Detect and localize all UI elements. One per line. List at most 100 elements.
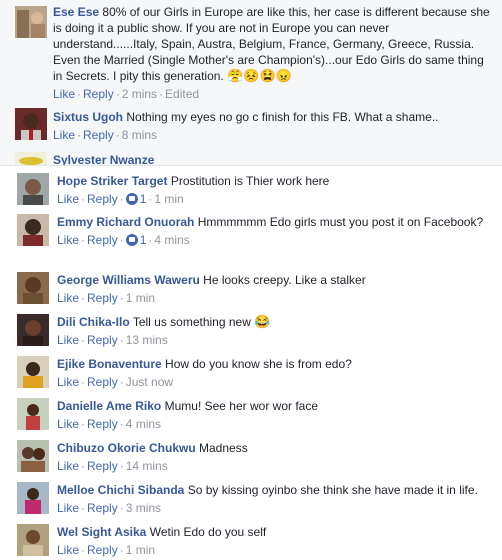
laughing-emoji: 😂 xyxy=(254,314,271,329)
reply-button[interactable]: Reply xyxy=(87,375,118,389)
avatar[interactable] xyxy=(17,356,49,388)
like-button[interactable]: Like xyxy=(57,501,79,515)
comment-time[interactable]: 3 mins xyxy=(126,501,161,515)
reply-button[interactable]: Reply xyxy=(87,291,118,305)
comment-body: Ese Ese 80% of our Girls in Europe are l… xyxy=(53,4,492,102)
comment-time[interactable]: Just now xyxy=(126,375,173,389)
comment-time[interactable]: 2 mins xyxy=(122,87,157,101)
comment-text: He looks creepy. Like a stalker xyxy=(203,273,366,287)
comment-actions: Like · Reply · 13 mins xyxy=(57,332,492,348)
comment-time[interactable]: 1 min xyxy=(126,291,155,305)
comment-author[interactable]: Emmy Richard Onuorah xyxy=(57,215,194,229)
comment-time[interactable]: 13 mins xyxy=(126,333,168,347)
reply-button[interactable]: Reply xyxy=(87,543,118,557)
avatar[interactable] xyxy=(17,173,49,205)
avatar[interactable] xyxy=(17,524,49,556)
comment-author[interactable]: Ese Ese xyxy=(53,5,99,19)
comment-time[interactable]: 4 mins xyxy=(126,417,161,431)
comment-time[interactable]: 8 mins xyxy=(122,128,157,142)
separator: · xyxy=(115,87,120,101)
reply-button[interactable]: Reply xyxy=(83,87,114,101)
comment-author[interactable]: Danielle Ame Riko xyxy=(57,399,161,413)
comment-body: Hope Striker Target Prostitution is Thie… xyxy=(57,173,492,207)
comment-actions: Like · Reply · 1 min xyxy=(57,542,492,558)
reply-button[interactable]: Reply xyxy=(87,333,118,347)
like-button[interactable]: Like xyxy=(53,128,75,142)
comment-author[interactable]: Ejike Bonaventure xyxy=(57,357,162,371)
reply-button[interactable]: Reply xyxy=(87,459,118,473)
avatar[interactable] xyxy=(15,152,47,165)
reply-button[interactable]: Reply xyxy=(87,192,118,206)
like-button[interactable]: Like xyxy=(57,233,79,247)
comment-time[interactable]: 4 mins xyxy=(154,233,189,247)
like-button[interactable]: Like xyxy=(57,543,79,557)
comment-time[interactable]: 14 mins xyxy=(126,459,168,473)
separator: · xyxy=(119,543,124,557)
comment-actions: Like · Reply · Just now xyxy=(57,374,492,390)
comment-text: Mumu! See her wor wor face xyxy=(164,399,319,413)
comment-body: Sylvester Nwanze xyxy=(53,152,492,165)
separator: · xyxy=(119,417,124,431)
separator: · xyxy=(119,291,124,305)
like-button[interactable]: Like xyxy=(57,333,79,347)
comment-author[interactable]: Wel Sight Asika xyxy=(57,525,146,539)
separator: · xyxy=(81,417,86,431)
like-button[interactable]: Like xyxy=(57,417,79,431)
avatar[interactable] xyxy=(17,314,49,346)
reply-button[interactable]: Reply xyxy=(83,128,114,142)
comment-text: Hmmmmmm Edo girls must you post it on Fa… xyxy=(197,215,484,229)
comment-thread-bottom: Hope Striker Target Prostitution is Thie… xyxy=(0,165,502,560)
separator: · xyxy=(77,87,82,101)
comment-text: Prostitution is Thier work here xyxy=(170,174,330,188)
comment-body: Wel Sight Asika Wetin Edo do you self Li… xyxy=(57,524,492,558)
reply-button[interactable]: Reply xyxy=(87,417,118,431)
edited-label[interactable]: Edited xyxy=(165,87,199,101)
comment-author[interactable]: Chibuzo Okorie Chukwu xyxy=(57,441,196,455)
comment-body: Dili Chika-Ilo Tell us something new 😂 L… xyxy=(57,314,492,348)
comment-body: Sixtus Ugoh Nothing my eyes no go c fini… xyxy=(53,109,492,143)
like-button[interactable]: Like xyxy=(53,87,75,101)
like-button[interactable]: Like xyxy=(57,375,79,389)
comment-body: Emmy Richard Onuorah Hmmmmmm Edo girls m… xyxy=(57,214,492,248)
comment-author[interactable]: Dili Chika-Ilo xyxy=(57,315,130,329)
comment-body: Melloe Chichi Sibanda So by kissing oyin… xyxy=(57,482,492,516)
separator: · xyxy=(81,333,86,347)
like-reaction-icon[interactable] xyxy=(125,234,138,246)
avatar[interactable] xyxy=(17,272,49,304)
like-button[interactable]: Like xyxy=(57,459,79,473)
separator: · xyxy=(115,128,120,142)
like-button[interactable]: Like xyxy=(57,192,79,206)
reply-button[interactable]: Reply xyxy=(87,233,118,247)
reply-button[interactable]: Reply xyxy=(87,501,118,515)
comment-time[interactable]: 1 min xyxy=(154,192,183,206)
comment-author[interactable]: Sixtus Ugoh xyxy=(53,110,123,124)
comment-actions: Like · Reply · 1 · 1 min xyxy=(57,191,492,207)
separator: · xyxy=(119,501,124,515)
avatar[interactable] xyxy=(17,440,49,472)
avatar[interactable] xyxy=(15,6,47,38)
comment-text: Tell us something new xyxy=(132,315,251,329)
avatar[interactable] xyxy=(17,214,49,246)
separator: · xyxy=(81,459,86,473)
comment-author[interactable]: Melloe Chichi Sibanda xyxy=(57,483,184,497)
avatar[interactable] xyxy=(17,482,49,514)
like-button[interactable]: Like xyxy=(57,291,79,305)
like-reaction-icon[interactable] xyxy=(125,193,138,205)
comment-body: Chibuzo Okorie Chukwu Madness Like · Reply… xyxy=(57,440,492,474)
avatar[interactable] xyxy=(17,398,49,430)
comment-author[interactable]: George Williams Waweru xyxy=(57,273,200,287)
comment-time[interactable]: 1 min xyxy=(126,543,155,557)
comment-text: Wetin Edo do you self xyxy=(149,525,267,539)
comment-author[interactable]: Hope Striker Target xyxy=(57,174,167,188)
separator: · xyxy=(81,233,86,247)
comment-actions: Like · Reply · 8 mins xyxy=(53,127,492,143)
emoji-reactions-inline: 😤😣😫😠 xyxy=(227,68,292,83)
comment-author[interactable]: Sylvester Nwanze xyxy=(53,153,154,165)
avatar[interactable] xyxy=(15,108,47,140)
comment-text: How do you know she is from edo? xyxy=(165,357,352,371)
separator: · xyxy=(159,87,164,101)
comment-actions: Like · Reply · 1 · 4 mins xyxy=(57,232,492,248)
comment-thread-top: Ese Ese 80% of our Girls in Europe are l… xyxy=(0,0,502,165)
separator: · xyxy=(81,375,86,389)
separator: · xyxy=(119,233,124,247)
